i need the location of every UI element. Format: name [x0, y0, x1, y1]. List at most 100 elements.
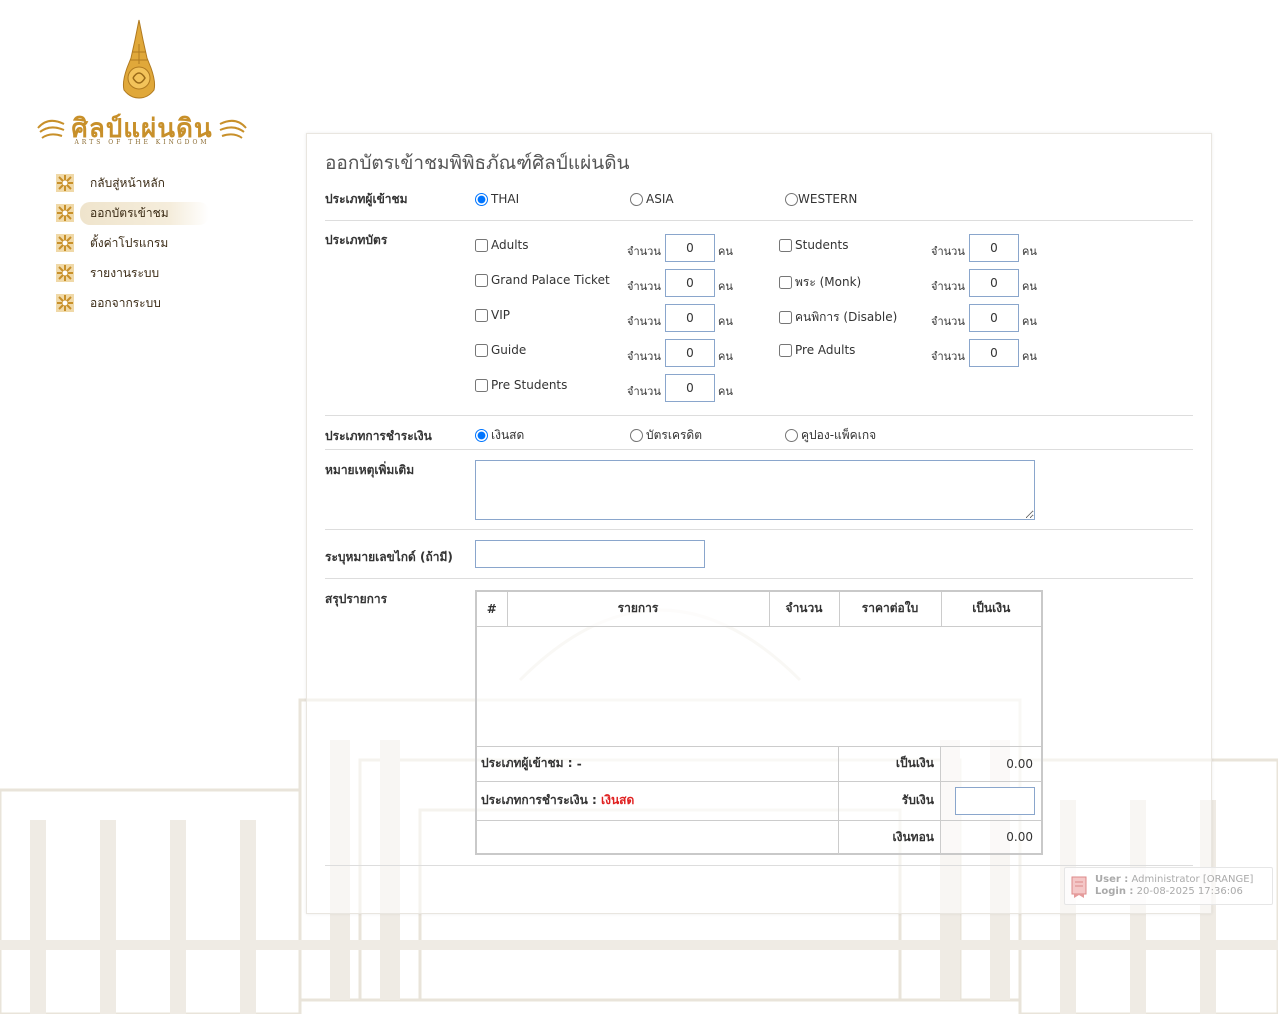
visitor-type-summary-label: ประเภทผู้เข้าชม : [481, 756, 573, 770]
ticket-option-students[interactable]: Students [779, 238, 849, 252]
summary-label: สรุปรายการ [325, 592, 388, 606]
change-label: เงินทอน [839, 820, 941, 854]
unit-label: คน [1022, 315, 1037, 328]
qty-label: จำนวน [627, 280, 661, 293]
visitor-type-western-radio[interactable] [785, 192, 798, 206]
ticket-checkbox[interactable] [475, 378, 488, 392]
payment-cash-radio[interactable] [475, 429, 488, 442]
ticket-checkbox[interactable] [779, 238, 792, 252]
ticket-option-adults[interactable]: Adults [475, 238, 529, 252]
amount-value: 0.00 [1006, 756, 1033, 771]
payment-coupon-radio[interactable] [785, 429, 798, 442]
guide-number-label: ระบุหมายเลขไกด์ (ถ้ามี) [325, 550, 453, 564]
ticket-option-pre-students[interactable]: Pre Students [475, 378, 567, 392]
change-value: 0.00 [1006, 830, 1033, 844]
qty-label: จำนวน [627, 245, 661, 258]
menu-item-issue-ticket[interactable]: ออกบัตรเข้าชม [56, 198, 216, 228]
page-title: ออกบัตรเข้าชมพิพิธภัณฑ์ศิลป์แผ่นดิน [325, 152, 630, 174]
ticket-checkbox[interactable] [779, 276, 792, 289]
payment-credit-card-radio[interactable] [630, 429, 643, 442]
ticket-option-pre-adults[interactable]: Pre Adults [779, 343, 855, 357]
ticket-option-vip[interactable]: VIP [475, 308, 510, 322]
unit-label: คน [718, 315, 733, 328]
qty-input[interactable] [665, 269, 715, 297]
star-burst-icon [56, 174, 74, 192]
qty-label: จำนวน [931, 245, 965, 258]
qty-label: จำนวน [931, 280, 965, 293]
qty-input[interactable] [665, 374, 715, 402]
site-logo: ศิลป์แผ่นดิน ARTS OF THE KINGDOM [36, 18, 248, 150]
ticket-form-panel: ออกบัตรเข้าชมพิพิธภัณฑ์ศิลป์แผ่นดิน ประเ… [306, 133, 1212, 914]
qty-input[interactable] [665, 234, 715, 262]
ticket-option-grand-palace-ticket[interactable]: Grand Palace Ticket [475, 273, 610, 287]
note-label: หมายเหตุเพิ่มเติม [325, 463, 415, 477]
summary-received-row: ประเภทการชำระเงิน : เงินสด รับเงิน [477, 781, 1041, 821]
menu-item-label: รายงานระบบ [90, 265, 160, 280]
unit-label: คน [1022, 280, 1037, 293]
ticket-checkbox[interactable] [475, 343, 488, 357]
visitor-type-label: ประเภทผู้เข้าชม [325, 192, 408, 206]
visitor-type-asia[interactable]: ASIA [630, 192, 674, 206]
sidebar-menu: กลับสู่หน้าหลัก ออกบัตรเข้าชม ตั้งค่าโปร… [56, 168, 216, 318]
payment-coupon[interactable]: คูปอง-แพ็คเกจ [785, 426, 876, 445]
divider [325, 578, 1193, 579]
star-burst-icon [56, 294, 74, 312]
unit-label: คน [1022, 245, 1037, 258]
royal-emblem-icon [122, 19, 156, 99]
ticket-option-guide[interactable]: Guide [475, 343, 526, 357]
visitor-type-western[interactable]: WESTERN [785, 192, 857, 206]
summary-table: # รายการ จำนวน ราคาต่อใบ เป็นเงิน ประเภท… [475, 590, 1043, 855]
menu-item-label: ออกบัตรเข้าชม [80, 201, 209, 225]
divider [325, 529, 1193, 530]
visitor-type-thai-radio[interactable] [475, 192, 488, 206]
visitor-type-thai[interactable]: THAI [475, 192, 519, 206]
summary-total-row: ประเภทผู้เข้าชม : - เป็นเงิน 0.00 [477, 746, 1041, 782]
divider [325, 865, 1193, 866]
visitor-type-asia-radio[interactable] [630, 192, 643, 206]
menu-item-label: ออกจากระบบ [90, 295, 161, 310]
qty-input[interactable] [665, 304, 715, 332]
ticket-checkbox[interactable] [475, 273, 488, 287]
payment-cash[interactable]: เงินสด [475, 426, 524, 445]
menu-item-settings[interactable]: ตั้งค่าโปรแกรม [56, 228, 216, 258]
menu-item-home[interactable]: กลับสู่หน้าหลัก [56, 168, 216, 198]
guide-number-input[interactable] [475, 540, 705, 568]
qty-input[interactable] [969, 304, 1019, 332]
qty-label: จำนวน [627, 350, 661, 363]
unit-label: คน [718, 245, 733, 258]
note-textarea[interactable] [475, 460, 1035, 520]
ticket-option-disable[interactable]: คนพิการ (Disable) [779, 308, 897, 327]
col-unit-price: ราคาต่อใบ [839, 592, 942, 627]
divider [325, 415, 1193, 416]
ticket-checkbox[interactable] [475, 238, 488, 252]
qty-input[interactable] [969, 269, 1019, 297]
menu-item-label: กลับสู่หน้าหลัก [90, 175, 165, 190]
qty-label: จำนวน [931, 350, 965, 363]
received-label: รับเงิน [839, 781, 941, 820]
ticket-checkbox[interactable] [475, 308, 488, 322]
summary-change-row: เงินทอน 0.00 [477, 820, 1041, 854]
visitor-type-summary-value: - [576, 756, 582, 771]
login-label: Login : [1095, 886, 1134, 897]
payment-credit-card[interactable]: บัตรเครดิต [630, 426, 702, 445]
unit-label: คน [718, 350, 733, 363]
received-amount-input[interactable] [955, 786, 1035, 815]
qty-label: จำนวน [627, 385, 661, 398]
menu-item-reports[interactable]: รายงานระบบ [56, 258, 216, 288]
login-value: 20-08-2025 17:36:06 [1136, 886, 1243, 897]
ticket-option-monk[interactable]: พระ (Monk) [779, 273, 861, 292]
star-burst-icon [56, 234, 74, 252]
ticket-type-label: ประเภทบัตร [325, 233, 388, 247]
qty-label: จำนวน [627, 315, 661, 328]
star-burst-icon [56, 204, 74, 222]
unit-label: คน [1022, 350, 1037, 363]
unit-label: คน [718, 385, 733, 398]
qty-input[interactable] [969, 339, 1019, 367]
qty-input[interactable] [665, 339, 715, 367]
summary-header-row: # รายการ จำนวน ราคาต่อใบ เป็นเงิน [477, 592, 1041, 627]
col-amount: เป็นเงิน [941, 592, 1041, 627]
ticket-checkbox[interactable] [779, 343, 792, 357]
qty-input[interactable] [969, 234, 1019, 262]
menu-item-logout[interactable]: ออกจากระบบ [56, 288, 216, 318]
ticket-checkbox[interactable] [779, 311, 792, 324]
